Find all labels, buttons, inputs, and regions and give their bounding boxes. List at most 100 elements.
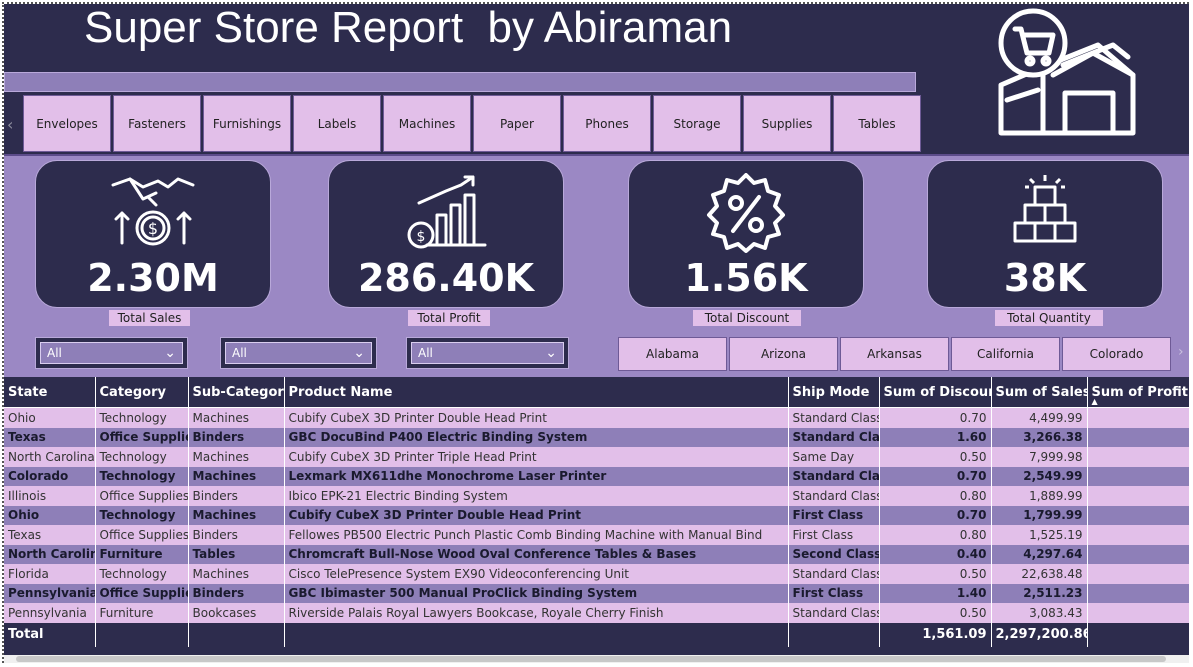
table-cell: 2,511.23 [991, 583, 1088, 603]
table-cell: Binders [188, 525, 285, 545]
handshake-dollar-icon: $ [111, 177, 195, 246]
table-cell: Ibico EPK-21 Electric Binding System [284, 486, 789, 506]
subcategory-tab[interactable]: Phones [563, 95, 651, 152]
table-row[interactable]: PennsylvaniaOffice SuppliesBindersGBC Ib… [4, 583, 1189, 603]
states-scroll-right-icon[interactable]: › [1178, 344, 1184, 360]
subcategory-tab[interactable]: Fasteners [113, 95, 201, 152]
table-cell: First Class [788, 505, 880, 525]
table-cell: Machines [188, 505, 285, 525]
column-header[interactable]: State [4, 377, 96, 408]
subcategory-tab[interactable]: Storage [653, 95, 741, 152]
table-row[interactable]: Pennsylvania Furniture Bookcases Riverside … [4, 603, 1189, 623]
table-row[interactable]: TexasOffice SuppliesBindersGBC DocuBind … [4, 427, 1189, 447]
table-cell: Cisco TelePresence System EX90 Videoconf… [284, 564, 789, 584]
table-cell: -2,28 [1087, 525, 1189, 545]
table-cell: 2,549.99 [991, 466, 1088, 486]
state-tab[interactable]: Arizona [729, 337, 838, 371]
state-tab[interactable]: Colorado [1062, 337, 1171, 371]
table-cell: Office Supplies [95, 427, 189, 447]
table-cell: Cubify CubeX 3D Printer Triple Head Prin… [284, 447, 789, 467]
kpi-card-sales: $ 2.30M [35, 160, 271, 308]
total-empty-cell [188, 622, 285, 647]
table-row[interactable]: North Carolina Technology Machines Cubify C… [4, 447, 1189, 467]
table-cell: 1,799.99 [991, 505, 1088, 525]
filter-value: All [232, 346, 247, 360]
table-cell: Machines [188, 407, 285, 428]
column-header[interactable]: Sum of Discount [879, 377, 992, 408]
sort-ascending-icon: ▲ [1091, 397, 1098, 406]
svg-text:$: $ [417, 229, 426, 245]
filter-value: All [418, 346, 433, 360]
total-cell: 2,297,200.86 [991, 622, 1088, 647]
table-row[interactable]: Ohio Technology Machines Cubify CubeX 3D Pr… [4, 407, 1189, 428]
table-cell: Technology [95, 466, 189, 486]
kpi-label-quantity: Total Quantity [995, 310, 1103, 326]
table-cell: Cubify CubeX 3D Printer Double Head Prin… [284, 407, 789, 428]
subcategory-tab[interactable]: Labels [293, 95, 381, 152]
table-cell: Ohio [4, 505, 96, 525]
table-cell: Machines [188, 564, 285, 584]
table-cell: 0.80 [879, 525, 992, 545]
scrollbar-thumb[interactable] [16, 656, 1166, 662]
table-cell: 0.80 [879, 486, 992, 506]
table-row[interactable]: Illinois Office Supplies Binders Ibico EPK-… [4, 486, 1189, 506]
table-cell: 0.50 [879, 447, 992, 467]
table-row[interactable]: North CarolinaFurnitureTablesChromcraft … [4, 544, 1189, 564]
title-underline-bar [4, 72, 916, 92]
table-total-row: Total 1,561.092,297,200.86286,39 [4, 622, 1189, 647]
boxes-stack-icon [1013, 175, 1077, 243]
table-row[interactable]: Colorado Technology Machines Lexmark MX611d… [4, 466, 1189, 486]
table-row[interactable]: Ohio Technology Machines Cubify CubeX 3D Pr… [4, 505, 1189, 525]
column-header[interactable]: Sum of Sales [991, 377, 1088, 408]
table-cell: Standard Class [788, 486, 880, 506]
state-tab[interactable]: Arkansas [840, 337, 949, 371]
table-cell: North Carolina [4, 447, 96, 467]
table-cell: Binders [188, 486, 285, 506]
table-cell: 1,525.19 [991, 525, 1088, 545]
subcategory-tab[interactable]: Machines [383, 95, 471, 152]
table-cell: Colorado [4, 466, 96, 486]
column-header-sorted[interactable]: Sum of Profit ▲ [1087, 377, 1189, 408]
subcategory-tab[interactable]: Tables [833, 95, 921, 152]
tabs-scroll-left-icon[interactable]: ‹ [7, 115, 13, 134]
subcategory-tab[interactable]: Furnishings [203, 95, 291, 152]
table-cell: Pennsylvania [4, 603, 96, 623]
table-cell: -1,66 [1087, 603, 1189, 623]
kpi-label-profit: Total Profit [408, 310, 490, 326]
table-cell: Standard Class [788, 466, 880, 486]
growth-chart-icon: $ [407, 175, 487, 249]
subcategory-tab[interactable]: Supplies [743, 95, 831, 152]
table-row[interactable]: Florida Technology Machines Cisco TelePrese… [4, 564, 1189, 584]
table-cell: 1.60 [879, 427, 992, 447]
horizontal-scrollbar[interactable] [4, 655, 1189, 663]
subcategory-tab[interactable]: Envelopes [23, 95, 111, 152]
filter-dropdown-ship-mode[interactable]: All ⌄ [406, 337, 569, 369]
table-cell: 0.50 [879, 564, 992, 584]
table-cell: 0.70 [879, 466, 992, 486]
filter-dropdown-state[interactable]: All ⌄ [35, 337, 188, 369]
column-header[interactable]: Ship Mode [788, 377, 880, 408]
table-cell: Bookcases [188, 603, 285, 623]
table-cell: 0.70 [879, 505, 992, 525]
table-cell: Technology [95, 407, 189, 428]
state-tab[interactable]: Alabama [618, 337, 727, 371]
chevron-down-icon: ⌄ [353, 345, 365, 361]
table-cell: Second Class [788, 544, 880, 564]
table-cell: 22,638.48 [991, 564, 1088, 584]
state-tab[interactable]: California [951, 337, 1060, 371]
table-cell: North Carolina [4, 544, 96, 564]
table-cell: Standard Class [788, 603, 880, 623]
filter-dropdown-category[interactable]: All ⌄ [220, 337, 377, 369]
table-cell: Riverside Palais Royal Lawyers Bookcase,… [284, 603, 789, 623]
chevron-down-icon: ⌄ [545, 345, 557, 361]
table-cell: Office Supplies [95, 486, 189, 506]
column-header[interactable]: Sub-Category [188, 377, 285, 408]
column-header[interactable]: Product Name [284, 377, 789, 408]
table-cell: Office Supplies [95, 583, 189, 603]
kpi-card-discount: 1.56K [628, 160, 864, 308]
table-cell: -1,81 [1087, 564, 1189, 584]
table-row[interactable]: Texas Office Supplies Binders Fellowes PB50… [4, 525, 1189, 545]
table-cell: Furniture [95, 603, 189, 623]
subcategory-tab[interactable]: Paper [473, 95, 561, 152]
column-header[interactable]: Category [95, 377, 189, 408]
